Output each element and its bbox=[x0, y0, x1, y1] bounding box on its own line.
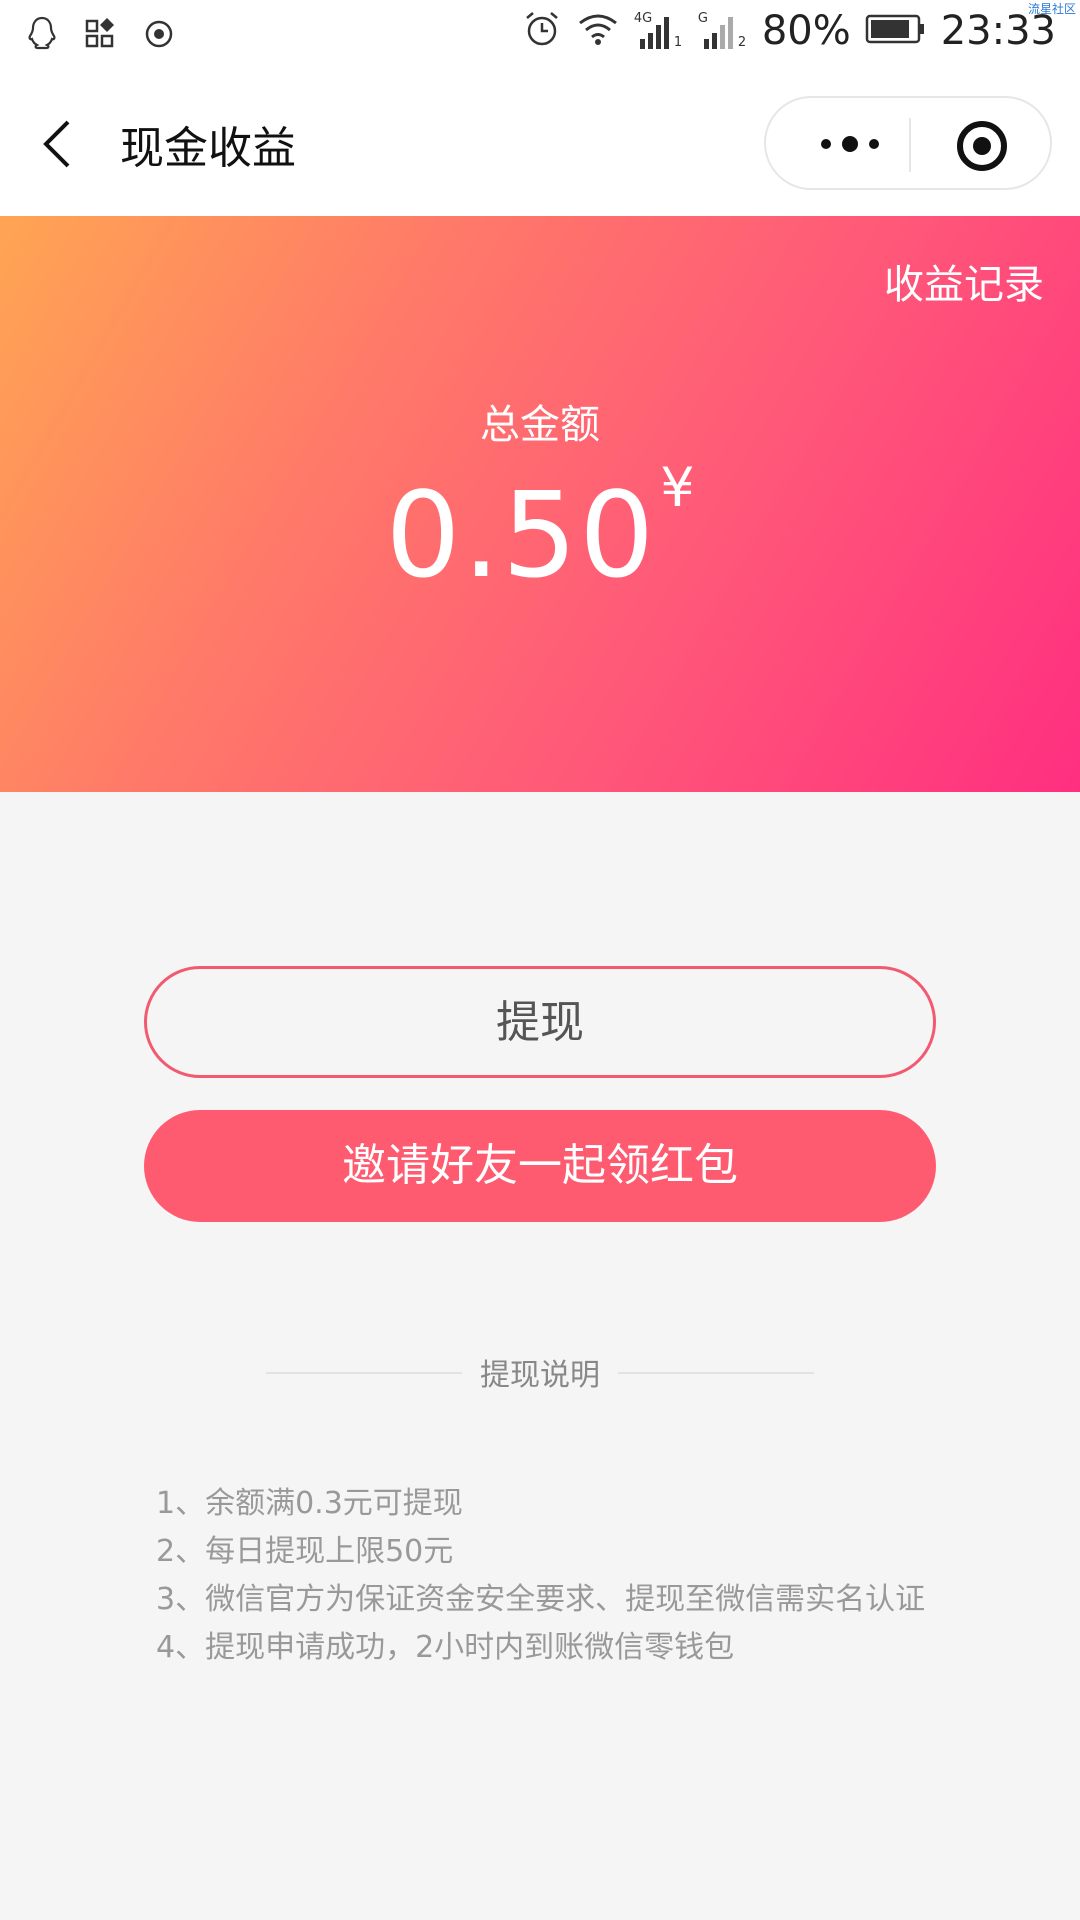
total-amount: 0.50¥ bbox=[0, 456, 1080, 604]
page-title: 现金收益 bbox=[120, 123, 296, 174]
miniprogram-capsule bbox=[764, 96, 1052, 190]
signal-icon: 4G 1 bbox=[634, 11, 684, 51]
clock: 23:33 bbox=[940, 8, 1056, 54]
record-icon bbox=[142, 17, 176, 55]
instructions-title: 提现说明 bbox=[480, 1358, 600, 1393]
invite-friends-button[interactable]: 邀请好友一起领红包 bbox=[144, 1110, 936, 1222]
withdraw-button[interactable]: 提现 bbox=[144, 966, 936, 1078]
list-item: 3、微信官方为保证资金安全要求、提现至微信需实名认证 bbox=[156, 1582, 926, 1617]
battery-percent: 80% bbox=[761, 8, 851, 54]
nav-bar: 现金收益 bbox=[0, 72, 1080, 216]
qq-icon bbox=[22, 14, 62, 58]
instructions-header: 提现说明 bbox=[0, 1350, 1080, 1394]
earnings-banner: 收益记录 总金额 0.50¥ bbox=[0, 216, 1080, 792]
sim-label: 2 bbox=[737, 35, 747, 50]
list-item: 1、余额满0.3元可提现 bbox=[156, 1486, 463, 1521]
status-left-icons bbox=[22, 14, 176, 58]
back-icon[interactable] bbox=[32, 114, 92, 174]
earnings-records-link[interactable]: 收益记录 bbox=[884, 252, 1044, 310]
list-item: 4、提现申请成功，2小时内到账微信零钱包 bbox=[156, 1630, 735, 1665]
signal-icon: G 2 bbox=[698, 11, 748, 51]
capsule-divider bbox=[909, 118, 911, 172]
status-bar: 流星社区 4G 1 G 2 80% 23:33 bbox=[0, 0, 1080, 72]
more-icon[interactable] bbox=[806, 122, 906, 166]
list-item: 2、每日提现上限50元 bbox=[156, 1534, 454, 1569]
divider-right bbox=[618, 1372, 814, 1374]
amount-value: 0.50 bbox=[385, 466, 657, 604]
sim-label: 1 bbox=[673, 35, 683, 50]
total-amount-label: 总金额 bbox=[480, 402, 600, 448]
battery-icon bbox=[865, 13, 927, 49]
target-icon[interactable] bbox=[954, 118, 1010, 174]
currency-symbol: ¥ bbox=[660, 456, 695, 519]
alarm-icon bbox=[522, 9, 562, 53]
page: 流星社区 4G 1 G 2 80% 23:33 现金收益 收益记录 总金额 0.… bbox=[0, 0, 1080, 1920]
wifi-icon bbox=[576, 11, 620, 51]
instructions-list: 1、余额满0.3元可提现 2、每日提现上限50元 3、微信官方为保证资金安全要求… bbox=[156, 1480, 925, 1672]
apps-icon bbox=[84, 16, 120, 56]
status-right-icons: 4G 1 G 2 80% 23:33 bbox=[522, 8, 1056, 54]
